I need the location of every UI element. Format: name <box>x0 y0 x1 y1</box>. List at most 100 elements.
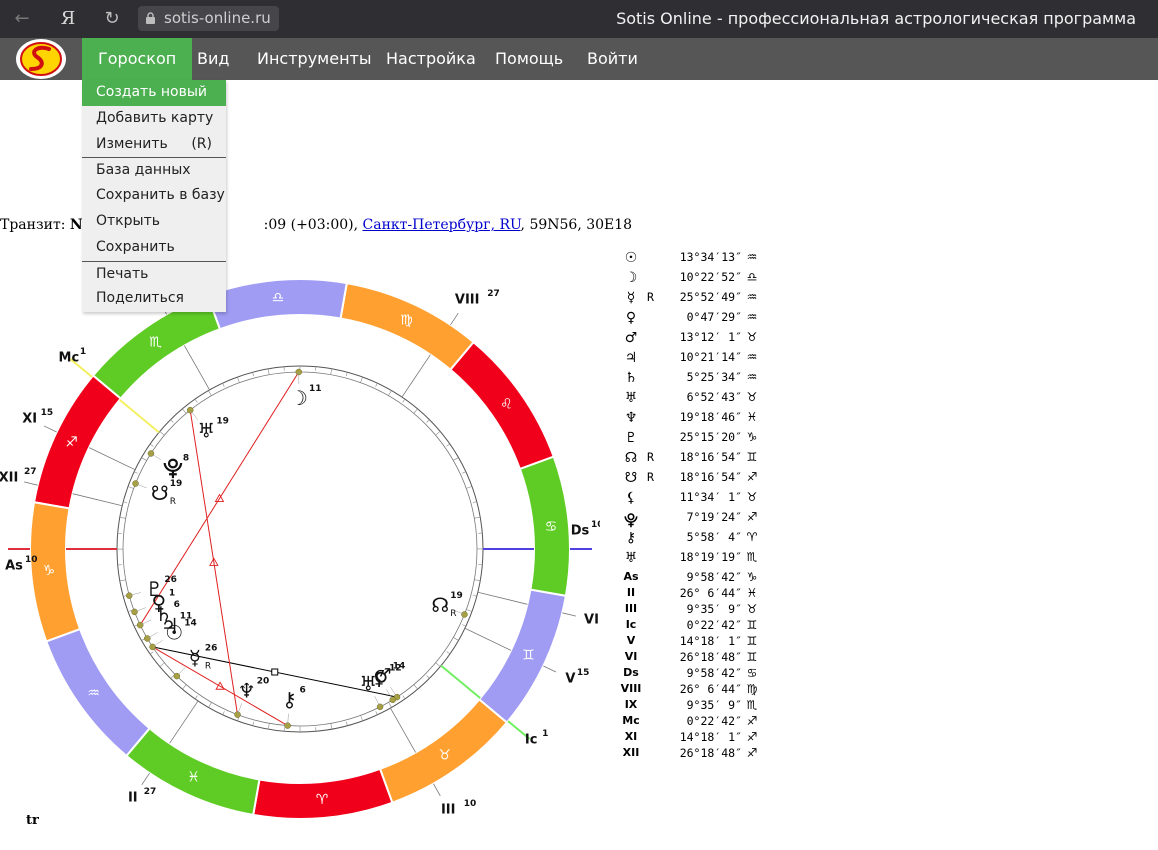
degree-tick <box>159 662 165 667</box>
inner-circle-tick-ring <box>122 371 478 727</box>
planet-table-sign: ♉ <box>746 330 758 344</box>
degree-tick <box>462 471 466 474</box>
planet-table-symbol: ⚸ <box>625 490 637 506</box>
menu-horoscope[interactable]: Гороскоп <box>82 38 193 80</box>
planet-glyph-15: ⚷ <box>282 688 297 712</box>
dd-save-to-db[interactable]: Сохранить в базу <box>82 183 226 209</box>
house-label-vi: VI <box>584 612 599 627</box>
dd-print[interactable]: Печать <box>82 260 226 287</box>
planet-glyph-14: ⯓ <box>163 456 183 480</box>
dd-create-new[interactable]: Создать новый <box>82 80 226 106</box>
planet-degree-9: 20 <box>257 676 270 686</box>
browser-toolbar: ← Я ↻ sotis-online.ru Sotis Online - про… <box>0 0 1158 38</box>
degree-tick <box>170 675 174 679</box>
degree-tick <box>159 431 165 436</box>
degree-tick <box>453 457 459 461</box>
planet-table-row: ⯓ 7°19′24″ ♐ <box>620 510 760 530</box>
planet-table-symbol: ♄ <box>624 370 638 386</box>
house-cusp-8 <box>401 354 431 398</box>
planet-table-position: 18°16′54″ <box>679 450 742 464</box>
city-link[interactable]: Санкт-Петербург, RU <box>363 217 521 233</box>
degree-tick <box>237 376 240 383</box>
address-bar[interactable]: sotis-online.ru <box>138 6 279 31</box>
horoscope-dropdown-menu: Создать новый Добавить карту Изменить (R)… <box>82 80 226 313</box>
sotis-logo-icon[interactable] <box>15 39 67 79</box>
planet-table-row: ☿ R 25°52′49″ ♒ <box>620 290 760 310</box>
degree-tick <box>466 486 473 489</box>
degree-tick <box>149 443 154 447</box>
degree-tick <box>472 501 477 503</box>
house-label-mc: Mc <box>59 350 80 365</box>
zodiac-sign-glyph-7: ♎ <box>272 290 285 306</box>
planet-degree-3: 26 <box>205 643 218 653</box>
planet-degree-14: 8 <box>183 454 189 464</box>
menu-login[interactable]: Войти <box>571 38 654 80</box>
planet-table-sign: ♐ <box>746 730 758 744</box>
planet-table-symbol: ♃ <box>624 350 638 366</box>
natal-chart-wheel: ♈♉♊♋♌♍♎♏♐♑♒♓As10II27III10Ic1V15VI27Ds10V… <box>0 277 600 820</box>
dd-save[interactable]: Сохранить <box>82 235 226 261</box>
house-label-as: As <box>5 559 23 574</box>
yandex-logo-icon[interactable]: Я <box>56 7 80 31</box>
house-label-ii: II <box>128 791 138 806</box>
degree-tick <box>413 684 418 690</box>
planet-table-position: 9°58′42″ <box>686 666 742 680</box>
planet-table-position: 5°25′34″ <box>686 370 742 384</box>
planet-table-symbol: Ic <box>625 618 637 631</box>
planet-retro-11: R <box>450 609 456 619</box>
planet-table-position: 9°35′ 9″ <box>686 602 742 616</box>
degree-tick <box>194 695 198 700</box>
planet-table-symbol: III <box>624 602 638 615</box>
degree-tick <box>119 579 126 582</box>
dd-share[interactable]: Поделиться <box>82 286 226 312</box>
planet-table-position: 5°58′ 4″ <box>686 530 742 544</box>
planet-glyph-3: ☿ <box>189 645 201 669</box>
degree-tick <box>360 376 363 383</box>
planet-table-position: 9°58′42″ <box>686 570 742 584</box>
planet-table-sign: ♊ <box>746 618 758 632</box>
house-label-ds: Ds <box>571 524 590 539</box>
planet-table-symbol: ♅ <box>624 550 638 566</box>
planet-degree-10: 26 <box>164 575 177 585</box>
reload-icon[interactable]: ↻ <box>100 7 124 31</box>
planet-table-sign: ♓ <box>746 410 758 424</box>
house-cusp-outer-3 <box>433 783 441 797</box>
degree-tick <box>360 715 363 722</box>
planet-table-sign: ♎ <box>746 270 758 284</box>
planet-table-row: ♄ 5°25′34″ ♒ <box>620 370 760 390</box>
planet-table-symbol: XI <box>624 730 638 743</box>
planet-table-sign: ♒ <box>746 310 758 324</box>
house-cusp-6 <box>477 591 528 605</box>
planet-table-symbol: V <box>626 634 636 647</box>
planet-table-symbol: ☽ <box>624 270 638 286</box>
planet-table-symbol: Mc <box>622 714 640 727</box>
planet-table-symbol: VI <box>624 650 638 663</box>
degree-tick <box>346 721 348 726</box>
planet-table-position: 9°35′ 9″ <box>686 698 742 712</box>
planet-pointer-3 <box>176 667 186 677</box>
house-cusp-outer-2 <box>141 772 150 786</box>
house-degree-xii: 27 <box>24 467 37 477</box>
back-arrow-icon[interactable]: ← <box>10 7 34 31</box>
dd-database[interactable]: База данных <box>82 157 226 183</box>
degree-tick <box>330 723 333 730</box>
menu-settings[interactable]: Настройка <box>370 38 492 80</box>
house-label-xi: XI <box>22 411 37 426</box>
degree-tick <box>426 419 430 423</box>
degree-tick <box>472 594 477 597</box>
planet-table-position: 25°15′20″ <box>679 430 742 444</box>
menu-view[interactable]: Вид <box>181 38 245 80</box>
menu-tools[interactable]: Инструменты <box>241 38 388 80</box>
dd-open[interactable]: Открыть <box>82 209 226 235</box>
degree-tick <box>123 501 128 504</box>
degree-tick <box>435 662 441 667</box>
planet-table-symbol: ⚷ <box>625 530 637 546</box>
planet-table-sign: ♉ <box>746 602 758 616</box>
degree-tick <box>252 372 254 377</box>
aspect-marker-1 <box>271 668 279 676</box>
dd-add-chart[interactable]: Добавить карту <box>82 106 226 132</box>
zodiac-sign-glyph-8: ♏ <box>149 335 162 351</box>
menu-help[interactable]: Помощь <box>479 38 579 80</box>
dd-edit[interactable]: Изменить (R) <box>82 132 226 158</box>
planet-table-position: 25°52′49″ <box>679 290 742 304</box>
